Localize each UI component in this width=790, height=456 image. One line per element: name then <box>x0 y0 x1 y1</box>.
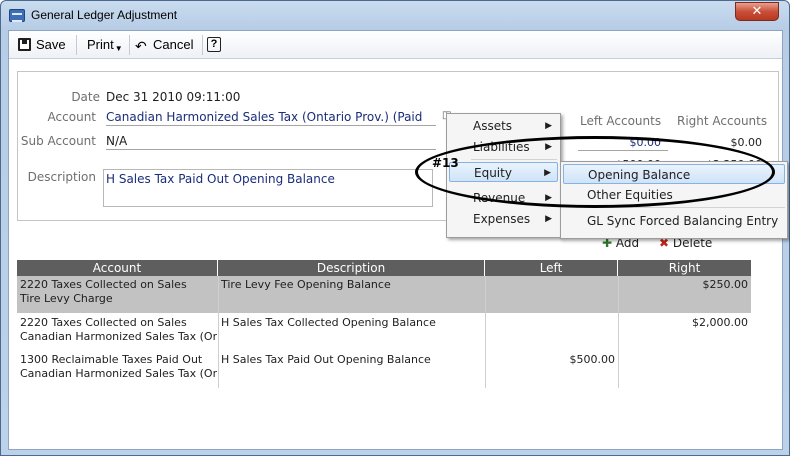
row-description: Tire Levy Fee Opening Balance <box>221 278 391 291</box>
sub-account-field[interactable]: N/A <box>106 134 127 148</box>
save-icon <box>18 38 31 51</box>
table-row[interactable]: 2220 Taxes Collected on Sales Canadian H… <box>17 313 751 350</box>
row-account-line1: 1300 Reclaimable Taxes Paid Out <box>20 353 203 366</box>
toolbar: Save Print▼ ↶ Cancel ? <box>9 31 782 59</box>
title-bar[interactable]: General Ledger Adjustment ✕ <box>1 1 789 29</box>
print-label: Print <box>87 37 114 52</box>
sub-account-underline <box>106 149 436 150</box>
menu-item-label: Assets <box>473 119 513 133</box>
row-right: $2,000.00 <box>692 316 748 329</box>
column-header-left[interactable]: Left <box>485 260 618 276</box>
column-header-right[interactable]: Right <box>618 260 751 276</box>
submenu-arrow-icon: ▶ <box>545 214 552 224</box>
annotation-label: #13 <box>432 156 459 170</box>
row-left: $500.00 <box>569 353 616 366</box>
submenu-arrow-icon: ▶ <box>545 121 552 131</box>
undo-icon: ↶ <box>135 38 147 54</box>
print-dropdown-icon: ▼ <box>114 44 123 53</box>
date-label: Date <box>71 90 100 104</box>
row-description: H Sales Tax Collected Opening Balance <box>221 316 436 329</box>
menu-item-expenses[interactable]: Expenses ▶ <box>449 209 558 229</box>
left-accounts-header: Left Accounts <box>580 114 662 128</box>
window-client: Save Print▼ ↶ Cancel ? Date Dec 31 2010 … <box>8 30 783 450</box>
row-description: H Sales Tax Paid Out Opening Balance <box>221 353 431 366</box>
row-account-line2: Tire Levy Charge <box>20 292 113 305</box>
menu-item-label: Expenses <box>473 212 531 226</box>
column-divider <box>485 276 486 388</box>
cancel-label: Cancel <box>153 37 194 52</box>
date-field[interactable]: Dec 31 2010 09:11:00 <box>106 90 240 104</box>
print-button[interactable]: Print▼ <box>67 35 123 55</box>
help-icon: ? <box>207 37 221 52</box>
sub-account-label: Sub Account <box>20 134 96 148</box>
account-field[interactable]: Canadian Harmonized Sales Tax (Ontario P… <box>106 110 422 124</box>
description-label: Description <box>27 170 96 184</box>
account-label: Account <box>47 110 96 124</box>
menu-item-assets[interactable]: Assets ▶ <box>449 116 558 136</box>
close-button[interactable]: ✕ <box>735 2 779 21</box>
submenu-item-gl-sync[interactable]: GL Sync Forced Balancing Entry <box>563 211 785 231</box>
account-underline <box>106 125 436 126</box>
column-divider <box>218 276 219 388</box>
description-field[interactable]: H Sales Tax Paid Out Opening Balance <box>103 169 433 207</box>
column-divider <box>618 276 619 388</box>
cancel-button[interactable]: ↶ Cancel <box>133 35 193 55</box>
row-right: $250.00 <box>702 278 749 291</box>
save-button[interactable]: Save <box>16 35 66 55</box>
app-icon <box>9 9 25 22</box>
entries-grid: Account Description Left Right 2220 Taxe… <box>17 260 751 390</box>
annotation-ellipse <box>415 136 775 208</box>
table-row[interactable]: 1300 Reclaimable Taxes Paid Out Canadian… <box>17 350 751 387</box>
right-accounts-header: Right Accounts <box>677 114 768 128</box>
row-account-line2: Canadian Harmonized Sales Tax (Ontario <box>20 330 217 343</box>
window-title: General Ledger Adjustment <box>31 8 178 22</box>
row-account-line1: 2220 Taxes Collected on Sales <box>20 278 187 291</box>
table-row[interactable]: 2220 Taxes Collected on Sales Tire Levy … <box>17 276 751 313</box>
save-label: Save <box>36 37 66 52</box>
toolbar-divider <box>129 35 130 55</box>
toolbar-divider <box>202 35 203 55</box>
row-account-line2: Canadian Harmonized Sales Tax (Ontario <box>20 367 217 380</box>
column-header-description[interactable]: Description <box>218 260 485 276</box>
column-header-account[interactable]: Account <box>17 260 218 276</box>
row-account-line1: 2220 Taxes Collected on Sales <box>20 316 187 329</box>
